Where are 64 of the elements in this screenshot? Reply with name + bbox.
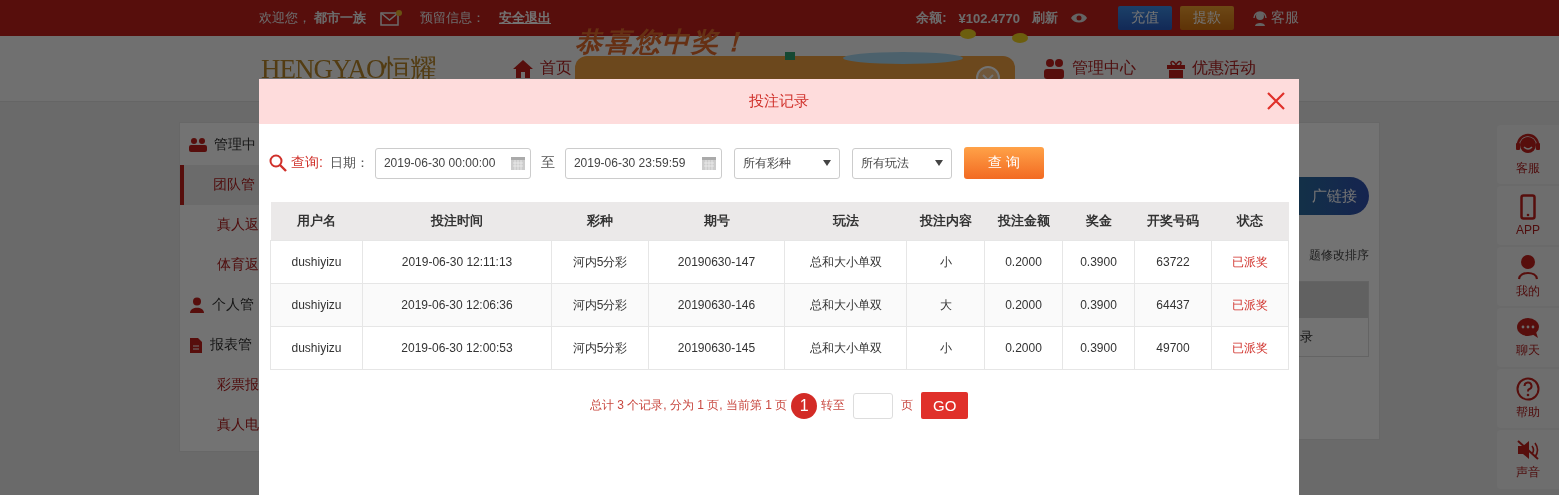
column-header: 奖金	[1062, 202, 1135, 241]
table-cell: 0.3900	[1062, 283, 1135, 327]
table-cell: 2019-06-30 12:11:13	[362, 240, 552, 284]
table-cell: 0.2000	[984, 326, 1063, 370]
status-cell: 已派奖	[1211, 240, 1289, 284]
table-cell: 0.2000	[984, 283, 1063, 327]
column-header: 彩种	[551, 202, 649, 241]
table-cell: 2019-06-30 12:06:36	[362, 283, 552, 327]
table-cell: 0.3900	[1062, 240, 1135, 284]
table-cell: 0.3900	[1062, 326, 1135, 370]
reserved-info-label: 预留信息：	[420, 9, 485, 27]
table-cell: 64437	[1134, 283, 1212, 327]
goto-label: 转至	[821, 397, 846, 414]
table-cell: 河内5分彩	[551, 283, 649, 327]
welcome-text: 欢迎您，	[259, 9, 311, 27]
float-bar-label: 聊天	[1516, 341, 1540, 359]
status-cell: 已派奖	[1211, 283, 1289, 327]
float-bar-label: APP	[1516, 223, 1540, 237]
status-cell: 已派奖	[1211, 326, 1289, 370]
page-unit: 页	[901, 397, 914, 414]
table-cell: 河内5分彩	[551, 240, 649, 284]
table-cell: 总和大小单双	[784, 283, 907, 327]
menu-group-label: 报表管	[210, 336, 252, 354]
table-cell: 0.2000	[984, 240, 1063, 284]
menu-group-label: 个人管	[212, 296, 254, 314]
column-header: 用户名	[270, 202, 363, 241]
table-cell: 小	[906, 326, 985, 370]
table-cell: dushiyizu	[270, 240, 363, 284]
column-header: 期号	[648, 202, 785, 241]
balance-amount: ¥102.4770	[958, 10, 1020, 26]
table-cell: 总和大小单双	[784, 240, 907, 284]
prize-title: 恭喜您中奖！	[575, 26, 749, 59]
table-cell: 大	[906, 283, 985, 327]
float-bar-label: 客服	[1516, 159, 1540, 177]
query-label: 查询:	[291, 154, 323, 172]
menu-group-label: 管理中	[214, 136, 256, 154]
pagination-summary: 总计 3 个记录, 分为 1 页, 当前第 1 页	[589, 397, 788, 414]
list-item-text: 录	[1300, 329, 1313, 344]
table-cell: 49700	[1134, 326, 1212, 370]
date-label: 日期：	[329, 154, 369, 172]
column-header: 投注时间	[362, 202, 552, 241]
balance-label: 余额:	[916, 9, 947, 27]
table-cell: 63722	[1134, 240, 1212, 284]
table-cell: 小	[906, 240, 985, 284]
dialog-title: 投注记录	[749, 92, 809, 111]
float-bar-label: 帮助	[1516, 403, 1540, 421]
table-cell: dushiyizu	[270, 326, 363, 370]
float-bar-label: 我的	[1516, 282, 1540, 300]
column-header: 投注内容	[906, 202, 985, 241]
table-cell: 2019-06-30 12:00:53	[362, 326, 552, 370]
table-cell: 20190630-147	[648, 240, 785, 284]
column-header: 开奖号码	[1134, 202, 1212, 241]
hint-text: 题修改排序	[1309, 247, 1369, 264]
table-cell: 20190630-145	[648, 326, 785, 370]
table-cell: dushiyizu	[270, 283, 363, 327]
float-bar-label: 声音	[1516, 463, 1540, 481]
table-cell: 河内5分彩	[551, 326, 649, 370]
table-cell: 20190630-146	[648, 283, 785, 327]
range-separator: 至	[540, 154, 555, 172]
column-header: 状态	[1211, 202, 1289, 241]
column-header: 投注金额	[984, 202, 1063, 241]
table-cell: 总和大小单双	[784, 326, 907, 370]
column-header: 玩法	[784, 202, 907, 241]
username: 都市一族	[314, 9, 366, 27]
